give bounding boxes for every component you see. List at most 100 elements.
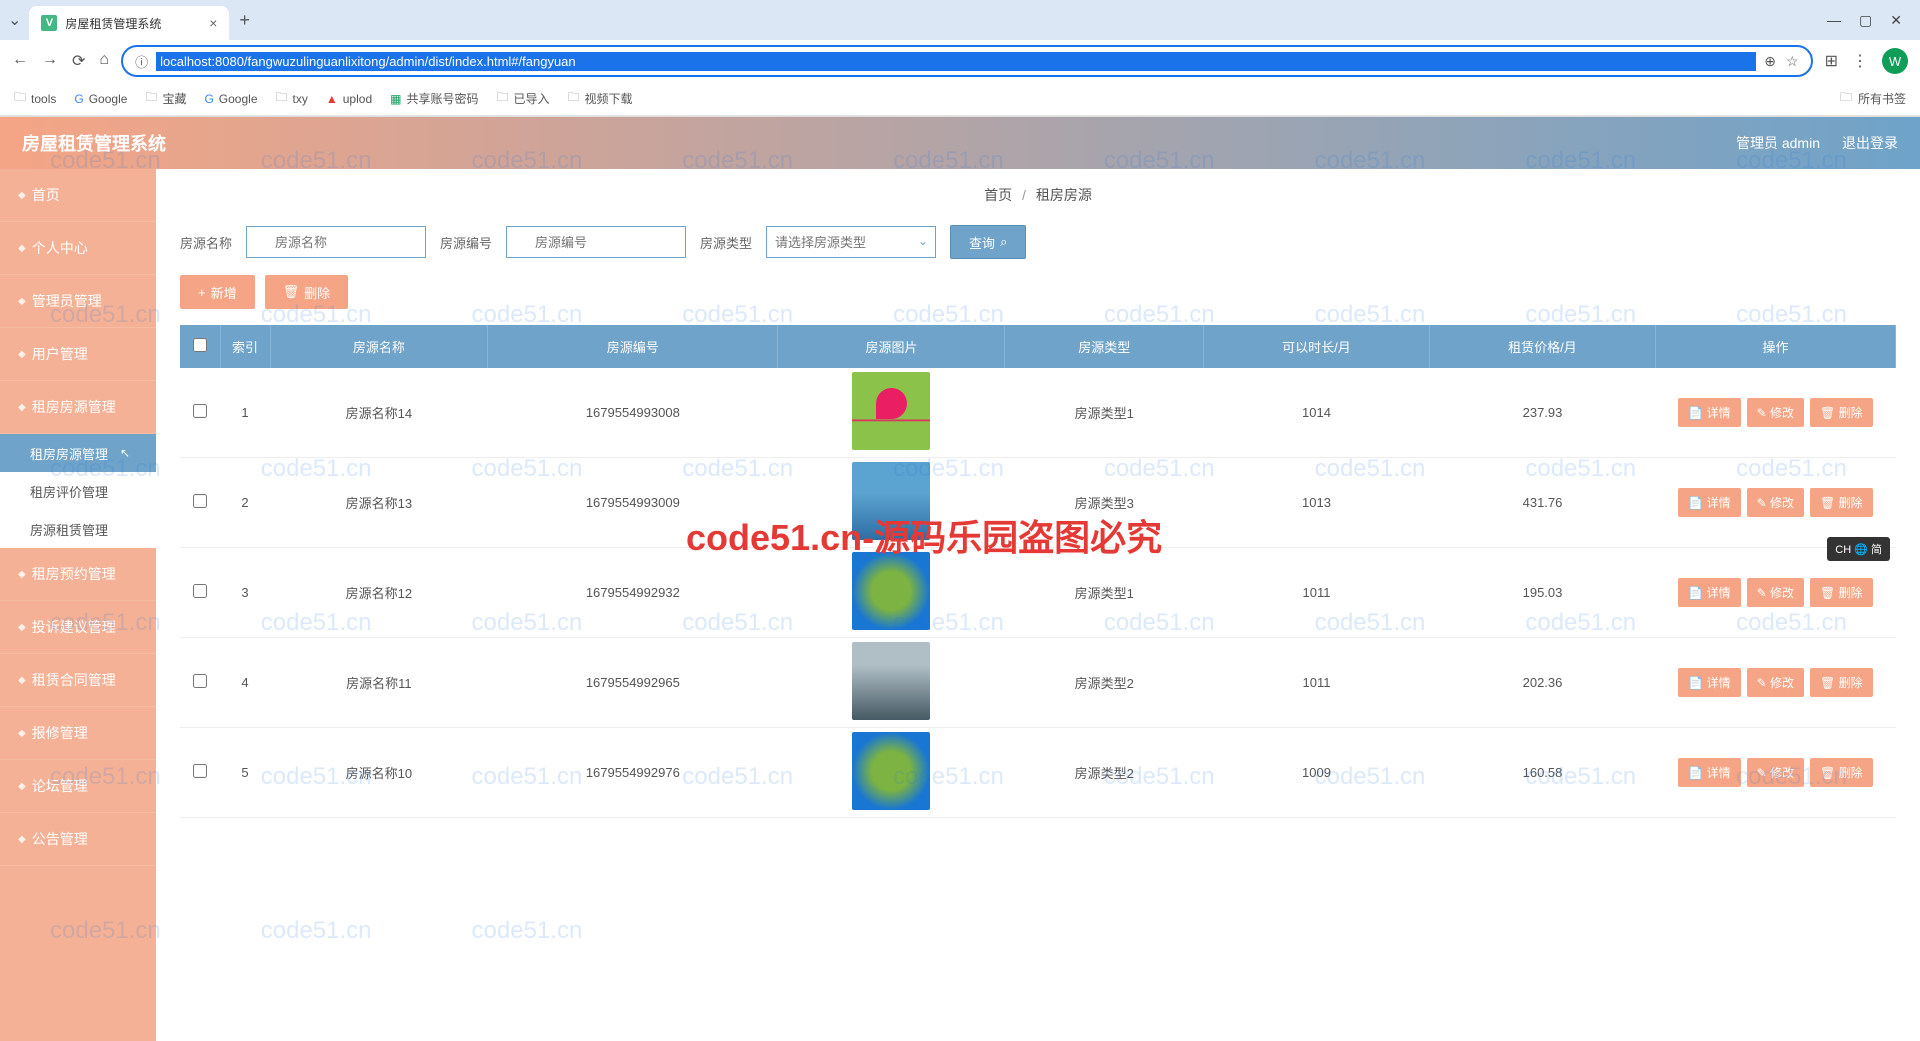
home-icon[interactable]: ⌂	[99, 51, 109, 71]
bookmarks-bar: 🗀tools GGoogle 🗀宝藏 GGoogle 🗀txy ▲uplod ▦…	[0, 82, 1920, 116]
profile-avatar[interactable]: W	[1882, 48, 1908, 74]
cell-image	[778, 458, 1005, 548]
cell-index: 4	[220, 638, 270, 728]
bookmark-star-icon[interactable]: ☆	[1786, 53, 1799, 70]
row-image[interactable]	[852, 552, 930, 630]
breadcrumb-current: 租房房源	[1036, 187, 1092, 203]
logout-link[interactable]: 退出登录	[1842, 133, 1898, 153]
row-delete-button[interactable]: 🗑 删除	[1810, 668, 1873, 697]
table-row: 5 房源名称10 1679554992976 房源类型2 1009 160.58…	[180, 728, 1896, 818]
filter-code-input[interactable]	[506, 226, 686, 258]
detail-button[interactable]: 📄 详情	[1678, 578, 1740, 607]
close-window-icon[interactable]: ✕	[1890, 12, 1902, 29]
user-label[interactable]: 管理员 admin	[1736, 133, 1820, 153]
action-bar: + 新增 🗑 删除	[180, 275, 1896, 309]
sidebar-sub-fangyuan[interactable]: 租房房源管理↖	[0, 434, 156, 472]
cell-code: 1679554992976	[488, 728, 778, 818]
row-image[interactable]	[852, 372, 930, 450]
filter-code-label: 房源编号	[440, 233, 492, 252]
dot-icon: ◆	[18, 781, 26, 792]
row-delete-button[interactable]: 🗑 删除	[1810, 578, 1873, 607]
sidebar-sub-pingjia[interactable]: 租房评价管理	[0, 472, 156, 510]
sidebar-item-gonggao[interactable]: ◆公告管理	[0, 813, 156, 866]
row-checkbox[interactable]	[193, 584, 207, 598]
bookmark-share[interactable]: ▦共享账号密码	[390, 90, 478, 107]
url-text[interactable]: localhost:8080/fangwuzulinguanlixitong/a…	[156, 52, 1756, 71]
query-button[interactable]: 查询 ⌕	[950, 225, 1026, 259]
dot-icon: ◆	[18, 569, 26, 580]
bookmark-google1[interactable]: GGoogle	[74, 92, 127, 106]
detail-button[interactable]: 📄 详情	[1678, 758, 1740, 787]
row-checkbox[interactable]	[193, 674, 207, 688]
sidebar-item-luntan[interactable]: ◆论坛管理	[0, 760, 156, 813]
edit-button[interactable]: ✎ 修改	[1747, 488, 1804, 517]
edit-button[interactable]: ✎ 修改	[1747, 758, 1804, 787]
row-delete-button[interactable]: 🗑 删除	[1810, 398, 1873, 427]
browser-tab[interactable]: V 房屋租赁管理系统 ×	[29, 6, 229, 40]
row-delete-button[interactable]: 🗑 删除	[1810, 488, 1873, 517]
edit-button[interactable]: ✎ 修改	[1747, 398, 1804, 427]
bookmark-google2[interactable]: GGoogle	[204, 92, 257, 106]
tab-close-icon[interactable]: ×	[209, 15, 217, 31]
row-checkbox[interactable]	[193, 764, 207, 778]
cell-duration: 1014	[1204, 368, 1430, 458]
cell-index: 5	[220, 728, 270, 818]
cell-image	[778, 548, 1005, 638]
filter-name-input[interactable]	[246, 226, 426, 258]
main-content: 首页 / 租房房源 房源名称 ⌕ 房源编号 ⌕ 房源类型 ⌄	[156, 169, 1920, 1041]
tab-dropdown-icon[interactable]: ⌄	[8, 10, 21, 30]
url-box[interactable]: ⓘ localhost:8080/fangwuzulinguanlixitong…	[121, 45, 1813, 77]
reload-icon[interactable]: ⟳	[72, 51, 85, 71]
bookmark-baozang[interactable]: 🗀宝藏	[145, 88, 186, 109]
edit-button[interactable]: ✎ 修改	[1747, 668, 1804, 697]
row-image[interactable]	[852, 642, 930, 720]
breadcrumb-home[interactable]: 首页	[984, 187, 1012, 203]
sidebar-item-profile[interactable]: ◆个人中心	[0, 222, 156, 275]
new-tab-button[interactable]: +	[239, 10, 250, 31]
detail-button[interactable]: 📄 详情	[1678, 398, 1740, 427]
row-delete-button[interactable]: 🗑 删除	[1810, 758, 1873, 787]
menu-icon[interactable]: ⋮	[1852, 51, 1868, 71]
breadcrumb-sep: /	[1022, 187, 1026, 203]
th-name: 房源名称	[270, 325, 488, 368]
sidebar-item-home[interactable]: ◆首页	[0, 169, 156, 222]
sidebar-sub-zulin[interactable]: 房源租赁管理	[0, 510, 156, 548]
forward-icon[interactable]: →	[42, 51, 58, 71]
sidebar-item-fangyuan-parent[interactable]: ◆租房房源管理	[0, 381, 156, 434]
filter-bar: 房源名称 ⌕ 房源编号 ⌕ 房源类型 ⌄ 查询 ⌕	[180, 225, 1896, 259]
bookmark-imported[interactable]: 🗀已导入	[496, 88, 549, 109]
minimize-icon[interactable]: —	[1827, 12, 1841, 29]
sidebar-item-user[interactable]: ◆用户管理	[0, 328, 156, 381]
row-checkbox[interactable]	[193, 494, 207, 508]
detail-button[interactable]: 📄 详情	[1678, 668, 1740, 697]
select-all-checkbox[interactable]	[193, 338, 207, 352]
cell-code: 1679554993009	[488, 458, 778, 548]
edit-button[interactable]: ✎ 修改	[1747, 578, 1804, 607]
site-info-icon[interactable]: ⓘ	[135, 52, 148, 71]
th-type: 房源类型	[1005, 325, 1204, 368]
detail-button[interactable]: 📄 详情	[1678, 488, 1740, 517]
sidebar-item-tousu[interactable]: ◆投诉建议管理	[0, 601, 156, 654]
bookmark-txy[interactable]: 🗀txy	[276, 88, 308, 109]
bookmark-tools[interactable]: 🗀tools	[14, 88, 56, 109]
row-image[interactable]	[852, 462, 930, 540]
filter-type-select[interactable]	[766, 226, 936, 258]
cell-type: 房源类型3	[1005, 458, 1204, 548]
translate-icon[interactable]: ⊕	[1764, 53, 1776, 70]
row-checkbox[interactable]	[193, 404, 207, 418]
sidebar-item-hetong[interactable]: ◆租赁合同管理	[0, 654, 156, 707]
sidebar-item-yuyue[interactable]: ◆租房预约管理	[0, 548, 156, 601]
table-row: 3 房源名称12 1679554992932 房源类型1 1011 195.03…	[180, 548, 1896, 638]
bookmark-video[interactable]: 🗀视频下载	[568, 88, 633, 109]
sidebar-item-baoxiu[interactable]: ◆报修管理	[0, 707, 156, 760]
bookmark-uplod[interactable]: ▲uplod	[326, 92, 372, 106]
all-bookmarks[interactable]: 所有书签	[1858, 90, 1906, 107]
delete-button[interactable]: 🗑 删除	[265, 275, 349, 309]
maximize-icon[interactable]: ▢	[1859, 12, 1872, 29]
add-button[interactable]: + 新增	[180, 275, 255, 309]
extensions-icon[interactable]: ⊞	[1825, 51, 1838, 71]
app-root: 房屋租赁管理系统 管理员 admin 退出登录 ◆首页 ◆个人中心 ◆管理员管理…	[0, 117, 1920, 1041]
row-image[interactable]	[852, 732, 930, 810]
sidebar-item-admin[interactable]: ◆管理员管理	[0, 275, 156, 328]
back-icon[interactable]: ←	[12, 51, 28, 71]
